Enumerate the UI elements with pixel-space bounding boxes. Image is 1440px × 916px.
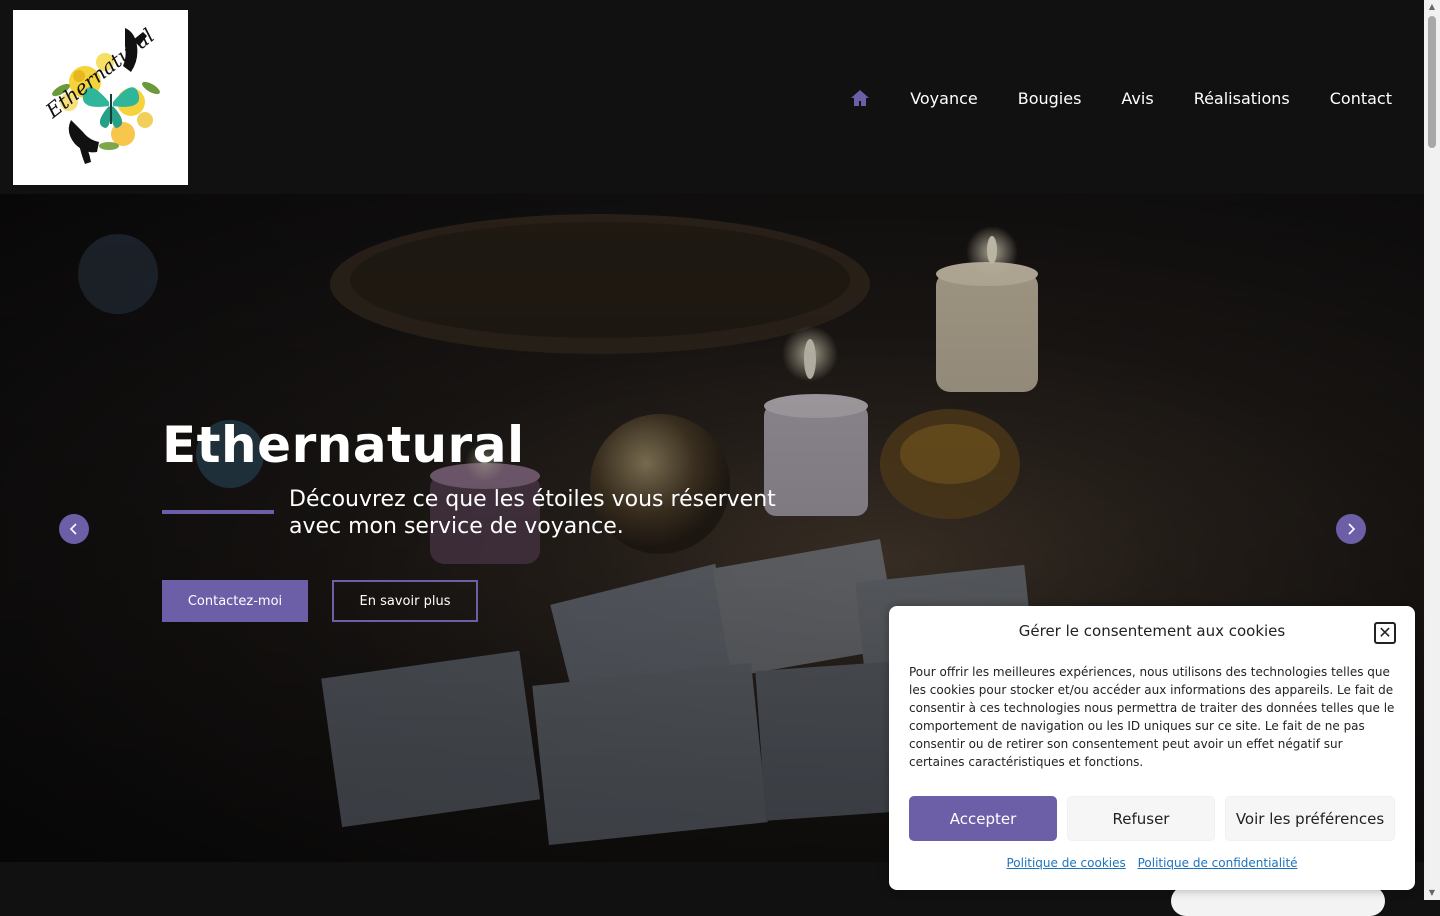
scroll-up-icon[interactable]: ▲ (1424, 0, 1440, 14)
scroll-down-icon[interactable]: ▼ (1424, 886, 1440, 900)
chevron-right-icon (1348, 523, 1356, 535)
slider-prev-button[interactable] (59, 514, 89, 544)
cookie-consent-dialog: Gérer le consentement aux cookies ✕ Pour… (889, 606, 1415, 890)
site-header: Ethernatural Voyance Bougies Avis Réalis… (0, 0, 1424, 194)
close-icon[interactable]: ✕ (1374, 622, 1396, 644)
refuse-cookies-button[interactable]: Refuser (1067, 796, 1215, 841)
contact-button[interactable]: Contactez-moi (162, 580, 308, 622)
cookie-title: Gérer le consentement aux cookies (1018, 622, 1286, 640)
nav-item-avis[interactable]: Avis (1121, 89, 1153, 108)
privacy-policy-link[interactable]: Politique de confidentialité (1138, 856, 1298, 870)
nav-item-contact[interactable]: Contact (1330, 89, 1392, 108)
nav-item-bougies[interactable]: Bougies (1018, 89, 1082, 108)
learn-more-button[interactable]: En savoir plus (332, 580, 478, 622)
nav-home-link[interactable] (850, 88, 870, 108)
page-scrollbar[interactable]: ▲ ▼ (1424, 0, 1440, 900)
main-nav: Voyance Bougies Avis Réalisations Contac… (850, 78, 1392, 118)
hero-divider (162, 510, 274, 514)
logo-image: Ethernatural (13, 10, 188, 185)
accept-cookies-button[interactable]: Accepter (909, 796, 1057, 841)
floating-widget[interactable] (1171, 886, 1385, 916)
cookie-policy-link[interactable]: Politique de cookies (1006, 856, 1125, 870)
hero-title: Ethernatural (162, 416, 525, 474)
site-logo[interactable]: Ethernatural (13, 10, 188, 185)
slider-next-button[interactable] (1336, 514, 1366, 544)
cookie-description: Pour offrir les meilleures expériences, … (909, 665, 1395, 769)
nav-item-realisations[interactable]: Réalisations (1194, 89, 1290, 108)
nav-item-voyance[interactable]: Voyance (910, 89, 978, 108)
scroll-thumb[interactable] (1428, 16, 1436, 148)
home-icon (851, 90, 870, 106)
hero-subtitle: Découvrez ce que les étoiles vous réserv… (289, 487, 776, 539)
cookie-links: Politique de cookies Politique de confid… (889, 856, 1415, 870)
chevron-left-icon (69, 523, 77, 535)
cookie-preferences-button[interactable]: Voir les préférences (1225, 796, 1395, 841)
